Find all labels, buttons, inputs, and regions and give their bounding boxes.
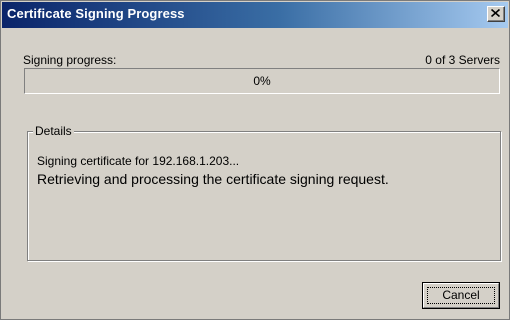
progress-percent: 0% [253,74,271,88]
cancel-button-label: Cancel [442,288,480,302]
detail-status-line: Signing certificate for 192.168.1.203... [37,154,240,168]
server-count-text: 0 of 3 Servers [425,53,500,67]
title-bar[interactable]: Certificate Signing Progress [2,2,508,28]
cancel-button[interactable]: Cancel [422,282,500,309]
window-title: Certificate Signing Progress [7,6,185,21]
details-group [27,131,501,261]
signing-progress-label: Signing progress: [23,53,117,67]
close-icon [491,9,500,17]
signing-progress-dialog: Certificate Signing Progress Signing pro… [0,0,510,320]
signing-progress-bar: 0% [24,68,500,94]
details-legend: Details [33,124,74,138]
close-button[interactable] [487,6,505,22]
detail-activity-line: Retrieving and processing the certificat… [37,171,389,187]
